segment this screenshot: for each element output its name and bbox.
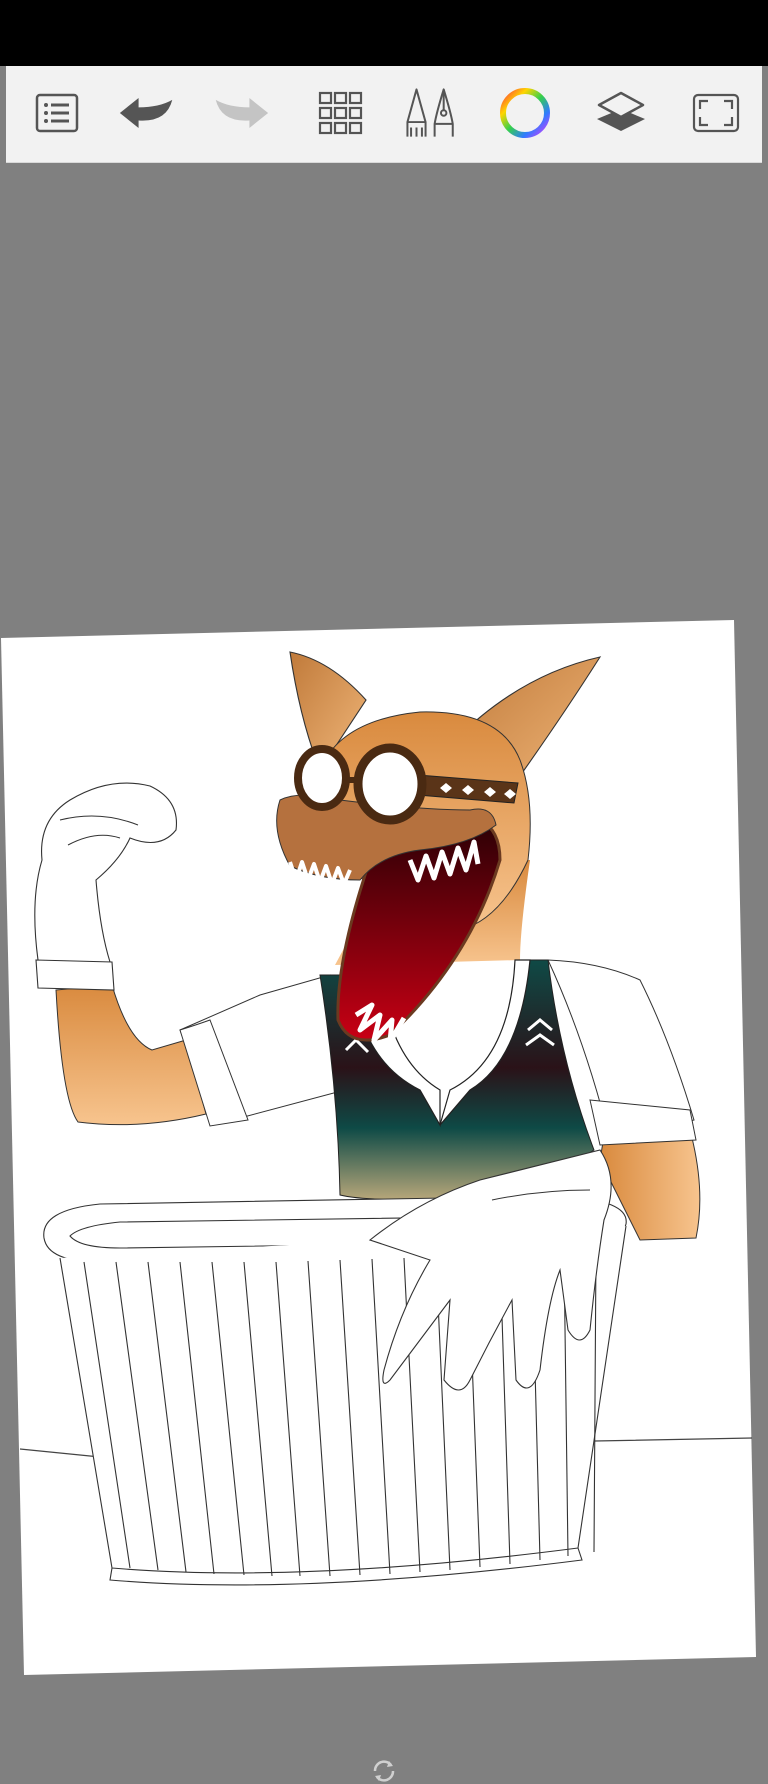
goggle-left — [294, 745, 350, 811]
undo-icon — [119, 98, 173, 128]
fullscreen-button[interactable] — [687, 84, 745, 142]
undo-button[interactable] — [118, 84, 176, 142]
redo-button[interactable] — [212, 84, 270, 142]
color-picker-button[interactable] — [496, 84, 554, 142]
layers-button[interactable] — [592, 84, 650, 142]
menu-list-icon — [35, 93, 79, 133]
redo-icon — [215, 98, 269, 128]
menu-button[interactable] — [28, 84, 86, 142]
layers-icon — [597, 91, 645, 131]
status-bar — [0, 0, 768, 66]
grid-icon — [318, 91, 363, 135]
goggle-right — [353, 743, 427, 825]
grid-button[interactable] — [312, 84, 370, 142]
canvas-area[interactable] — [0, 162, 768, 1782]
brush-pen-icon — [406, 88, 454, 137]
drawing-canvas[interactable] — [0, 162, 768, 1707]
color-wheel-icon — [500, 88, 550, 138]
toolbar — [6, 66, 762, 163]
rotate-icon[interactable] — [371, 1758, 397, 1784]
brush-tool-button[interactable] — [402, 84, 460, 142]
fullscreen-icon — [692, 93, 740, 133]
